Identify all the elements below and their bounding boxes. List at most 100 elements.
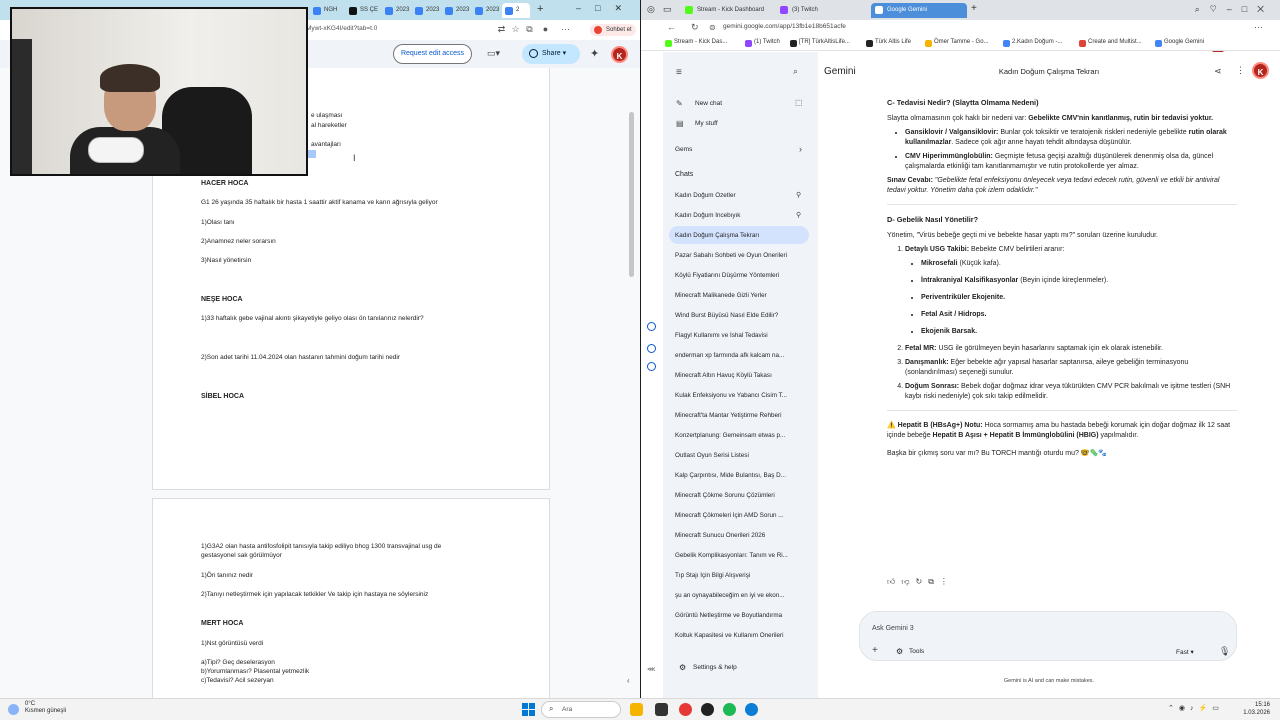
more-vert-icon[interactable]: ⋮ xyxy=(1236,65,1245,76)
chat-list-item[interactable]: Köylü Fiyatlarını Düşürme Yöntemleri xyxy=(675,272,803,279)
tab-2[interactable]: 2023 xyxy=(382,3,412,18)
weather-icon[interactable] xyxy=(8,704,19,715)
new-tab-icon[interactable]: + xyxy=(537,3,543,15)
bookmark-item[interactable]: Create and Multist... xyxy=(1079,39,1142,47)
more-vert-icon[interactable]: ⋮ xyxy=(940,577,954,586)
tab-gemini[interactable]: Google Gemini xyxy=(871,3,967,18)
gems-link[interactable]: Gems xyxy=(675,146,692,153)
chat-list-item[interactable]: Minecraft Malikanede Gizli Yerler xyxy=(675,292,803,299)
extensions-icon[interactable]: ⧉ xyxy=(524,24,535,35)
pin-icon[interactable]: ⚲ xyxy=(796,191,801,199)
prompt-input-box[interactable]: Ask Gemini 3 + ⚙ Tools Fast ▾ 🎙︎ xyxy=(859,611,1237,661)
chat-list-item[interactable]: Tıp Stajı İçin Bilgi Alışverişi xyxy=(675,572,803,579)
browser-menu-icon[interactable]: ◎ xyxy=(647,4,655,15)
chat-pill-button[interactable]: Sohbet et xyxy=(590,24,636,36)
model-selector[interactable]: Fast ▾ xyxy=(1176,648,1194,656)
share-button[interactable]: Share ▾ xyxy=(522,44,580,64)
translate-icon[interactable]: ⇄ xyxy=(496,24,507,35)
clock[interactable]: 15:16 1.03.2026 xyxy=(1228,701,1270,717)
overflow-menu-icon[interactable]: ⋯ xyxy=(560,24,571,35)
reload-icon[interactable]: ↻ xyxy=(691,22,699,33)
rail-collapse-icon[interactable]: ⋘ xyxy=(647,666,656,673)
copy-icon[interactable]: ⧉ xyxy=(928,577,940,586)
meet-icon[interactable]: ▭▾ xyxy=(487,48,500,59)
url-field[interactable]: gemini.google.com/app/13fb1e18b651acfe xyxy=(723,23,846,30)
window-controls[interactable]: –□✕ xyxy=(576,3,636,14)
bookmark-item[interactable]: Ömer Tamme - Go... xyxy=(925,39,989,47)
bookmark-item[interactable]: (1) Twitch xyxy=(745,39,780,47)
chat-list-item[interactable]: Outlast Oyun Serisi Listesi xyxy=(675,452,803,459)
chat-list-item[interactable]: Kadın Doğum Özetler xyxy=(675,192,803,199)
request-edit-button[interactable]: Request edit access xyxy=(393,44,472,64)
site-info-icon[interactable]: ⊜ xyxy=(709,23,716,32)
chat-list-item[interactable]: enderman xp farmında afk kalcam na... xyxy=(675,352,803,359)
rail-icon[interactable] xyxy=(647,344,656,353)
tab-1[interactable]: SS ÇE xyxy=(346,3,382,18)
chat-list-item[interactable]: Kadın Doğum İncebıyık xyxy=(675,212,803,219)
system-tray[interactable]: ⌃◉♪⚡▭ xyxy=(1168,704,1224,712)
taskbar-search[interactable]: ⌕ Ara xyxy=(541,701,621,718)
collapse-icon[interactable]: ‹ xyxy=(627,676,630,685)
chat-list-item[interactable]: Flagyl Kullanımı ve İshal Tedavisi xyxy=(675,332,803,339)
my-stuff-button[interactable]: My stuff xyxy=(695,120,718,127)
tab-twitch[interactable]: (3) Twitch xyxy=(776,3,868,18)
rail-icon[interactable] xyxy=(647,362,656,371)
bookmark-item[interactable]: [TR] TürkAltisLife... xyxy=(790,39,850,47)
windows-start-icon[interactable] xyxy=(522,703,535,716)
tab-0[interactable]: NGH xyxy=(310,3,346,18)
chat-list-item[interactable]: Minecraft'ta Mantar Yetiştirme Rehberi xyxy=(675,412,803,419)
star-icon[interactable]: ☆ xyxy=(510,24,521,35)
new-tab-icon[interactable]: + xyxy=(971,3,977,14)
profile-icon[interactable]: ● xyxy=(540,24,551,35)
tab-kick[interactable]: Stream - Kick Dashboard xyxy=(681,3,773,18)
add-attachment-icon[interactable]: + xyxy=(872,646,878,656)
temporary-chat-icon[interactable]: ⬚ xyxy=(795,98,803,107)
opera-icon[interactable] xyxy=(679,703,692,716)
pin-icon[interactable]: ⚲ xyxy=(796,211,801,219)
tools-button[interactable]: ⚙ Tools xyxy=(896,647,924,656)
share-icon[interactable]: ⋖ xyxy=(1214,66,1222,77)
regenerate-icon[interactable]: ↻ xyxy=(916,577,929,586)
tab-5[interactable]: 2023 xyxy=(472,3,502,18)
url-field[interactable]: Mywt-xKG4I/edit?tab=t.0 xyxy=(306,25,377,32)
new-chat-button[interactable]: New chat xyxy=(695,100,722,107)
chat-list-item[interactable]: Minecraft Çökme Sorunu Çözümleri xyxy=(675,492,803,499)
microphone-icon[interactable]: 🎙︎ xyxy=(1219,646,1230,657)
chat-list-item[interactable]: Görüntü Netleştirme ve Boyutlandırma xyxy=(675,612,803,619)
spotify-icon[interactable] xyxy=(723,703,736,716)
tab-4[interactable]: 2023 xyxy=(442,3,472,18)
edge-icon[interactable] xyxy=(745,703,758,716)
tab-active[interactable]: 2 xyxy=(502,3,530,18)
avatar[interactable]: K xyxy=(611,46,628,63)
chat-list-item[interactable]: Minecraft Altın Havuç Köylü Takası xyxy=(675,372,803,379)
avatar[interactable]: K xyxy=(1252,62,1269,79)
app-icon[interactable] xyxy=(655,703,668,716)
bookmark-item[interactable]: Türk Altis Life xyxy=(866,39,911,47)
thumbs-up-icon[interactable]: 👍︎ xyxy=(887,577,901,586)
obs-icon[interactable] xyxy=(701,703,714,716)
chat-list-item[interactable]: Wind Burst Büyüsü Nasıl Elde Edilir? xyxy=(675,312,803,319)
bookmark-item[interactable]: Google Gemini xyxy=(1155,39,1204,47)
chat-list-item[interactable]: Kulak Enfeksiyonu ve Yabancı Cisim T... xyxy=(675,392,803,399)
overflow-menu-icon[interactable]: ⋯ xyxy=(1254,22,1263,33)
chat-list-item[interactable]: Kadın Doğum Çalışma Tekrarı xyxy=(675,232,803,239)
chat-list-item[interactable]: Gebelik Komplikasyonları: Tanım ve Ri... xyxy=(675,552,803,559)
hamburger-menu-icon[interactable]: ≡ xyxy=(676,67,682,78)
prompt-input[interactable]: Ask Gemini 3 xyxy=(872,625,914,632)
rail-icon[interactable] xyxy=(647,322,656,331)
chat-list-item[interactable]: Minecraft Çökmeleri İçin AMD Sorun ... xyxy=(675,512,803,519)
bookmark-item[interactable]: 2.Kadın Doğum -... xyxy=(1003,39,1062,47)
chat-list-item[interactable]: Koltuk Kapasitesi ve Kullanım Önerileri xyxy=(675,632,803,639)
bookmark-item[interactable]: Stream - Kick Das... xyxy=(665,39,727,47)
chevron-right-icon[interactable]: › xyxy=(799,144,802,154)
chat-list-item[interactable]: Pazar Sabahı Sohbeti ve Oyun Önerileri xyxy=(675,252,803,259)
chat-list-item[interactable]: Minecraft Sunucu Önerileri 2026 xyxy=(675,532,803,539)
gemini-spark-icon[interactable]: ✦ xyxy=(590,47,599,60)
scrollbar[interactable] xyxy=(629,112,634,277)
chat-list-item[interactable]: Kalp Çarpıntısı, Mide Bulantısı, Baş D..… xyxy=(675,472,803,479)
back-icon[interactable]: ← xyxy=(667,22,676,32)
chat-list-item[interactable]: Konzertplanung: Gemeinsam etwas p... xyxy=(675,432,803,439)
tab-list-icon[interactable]: ▭ xyxy=(663,4,672,15)
thumbs-down-icon[interactable]: 👎︎ xyxy=(901,577,915,586)
window-controls[interactable]: ⌕♡–□✕ xyxy=(1195,4,1274,15)
